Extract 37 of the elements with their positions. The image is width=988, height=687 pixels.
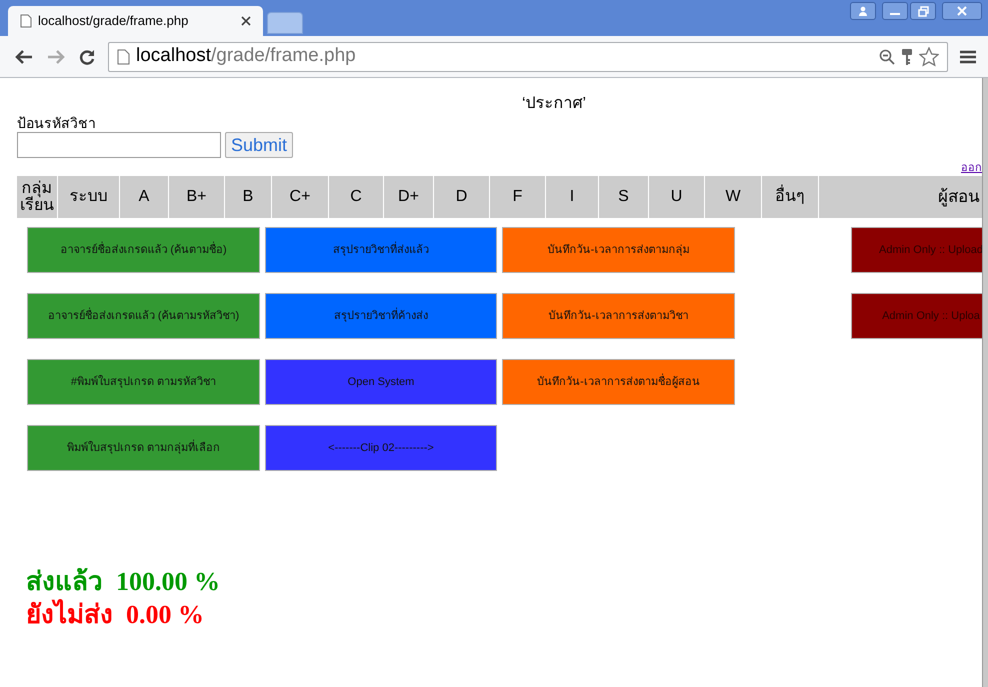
- address-text: localhost/grade/frame.php: [136, 44, 357, 68]
- menu-button[interactable]: บันทึกวัน-เวลาการส่งตามชื่อผู้สอน: [502, 359, 735, 405]
- table-header-cell: ระบบ: [58, 176, 119, 218]
- browser-tab[interactable]: localhost/grade/frame.php: [8, 6, 263, 36]
- table-header-cell: กลุ่ม เรียน: [17, 176, 57, 218]
- summary-text: ยังไม่ส่ง 0.00 %: [26, 598, 205, 631]
- table-header-cell: D: [434, 176, 489, 218]
- menu-button[interactable]: บันทึกวัน-เวลาการส่งตามวิชา: [502, 293, 735, 339]
- table-header-cell: U: [649, 176, 704, 218]
- table-header-cell: B: [225, 176, 271, 218]
- table-header-cell: อื่นๆ: [762, 176, 818, 218]
- address-bar[interactable]: localhost/grade/frame.php: [108, 42, 948, 72]
- tab-title: localhost/grade/frame.php: [38, 12, 190, 30]
- table-header-cell: A: [120, 176, 168, 218]
- table-header-cell: I: [546, 176, 598, 218]
- menu-button[interactable]: พิมพ์ใบสรุปเกรด ตามกลุ่มที่เลือก: [27, 425, 260, 471]
- menu-button[interactable]: สรุปรายวิชาที่ค้างส่ง: [265, 293, 497, 339]
- menu-button[interactable]: อาจารย์ชื่อส่งเกรดแล้ว (ค้นตามชื่อ): [27, 227, 260, 273]
- page-heading: ‘ประกาศ’: [522, 94, 586, 114]
- table-header-cell: C+: [272, 176, 328, 218]
- menu-button[interactable]: อาจารย์ชื่อส่งเกรดแล้ว (ค้นตามรหัสวิชา): [27, 293, 260, 339]
- table-header-cell: B+: [169, 176, 224, 218]
- submit-button[interactable]: Submit: [225, 132, 294, 158]
- table-header-cell: D+: [384, 176, 433, 218]
- logout-link[interactable]: ออก: [961, 162, 982, 175]
- table-header-cell: F: [490, 176, 545, 218]
- menu-button[interactable]: Open System: [265, 359, 497, 405]
- table-header-cell: C: [329, 176, 383, 218]
- table-header-cell: W: [705, 176, 761, 218]
- summary-text: ส่งแล้ว 100.00 %: [26, 566, 220, 598]
- menu-button[interactable]: บันทึกวัน-เวลาการส่งตามกลุ่ม: [502, 227, 735, 273]
- menu-button[interactable]: สรุปรายวิชาที่ส่งแล้ว: [265, 227, 497, 273]
- field-label: ป้อนรหัสวิชา: [17, 114, 97, 132]
- menu-button[interactable]: #พิมพ์ใบสรุปเกรด ตามรหัสวิชา: [27, 359, 260, 405]
- menu-button[interactable]: <-------Clip 02--------->: [265, 425, 497, 471]
- table-header-cell: ผู้สอน: [819, 176, 982, 218]
- table-header-cell: S: [599, 176, 648, 218]
